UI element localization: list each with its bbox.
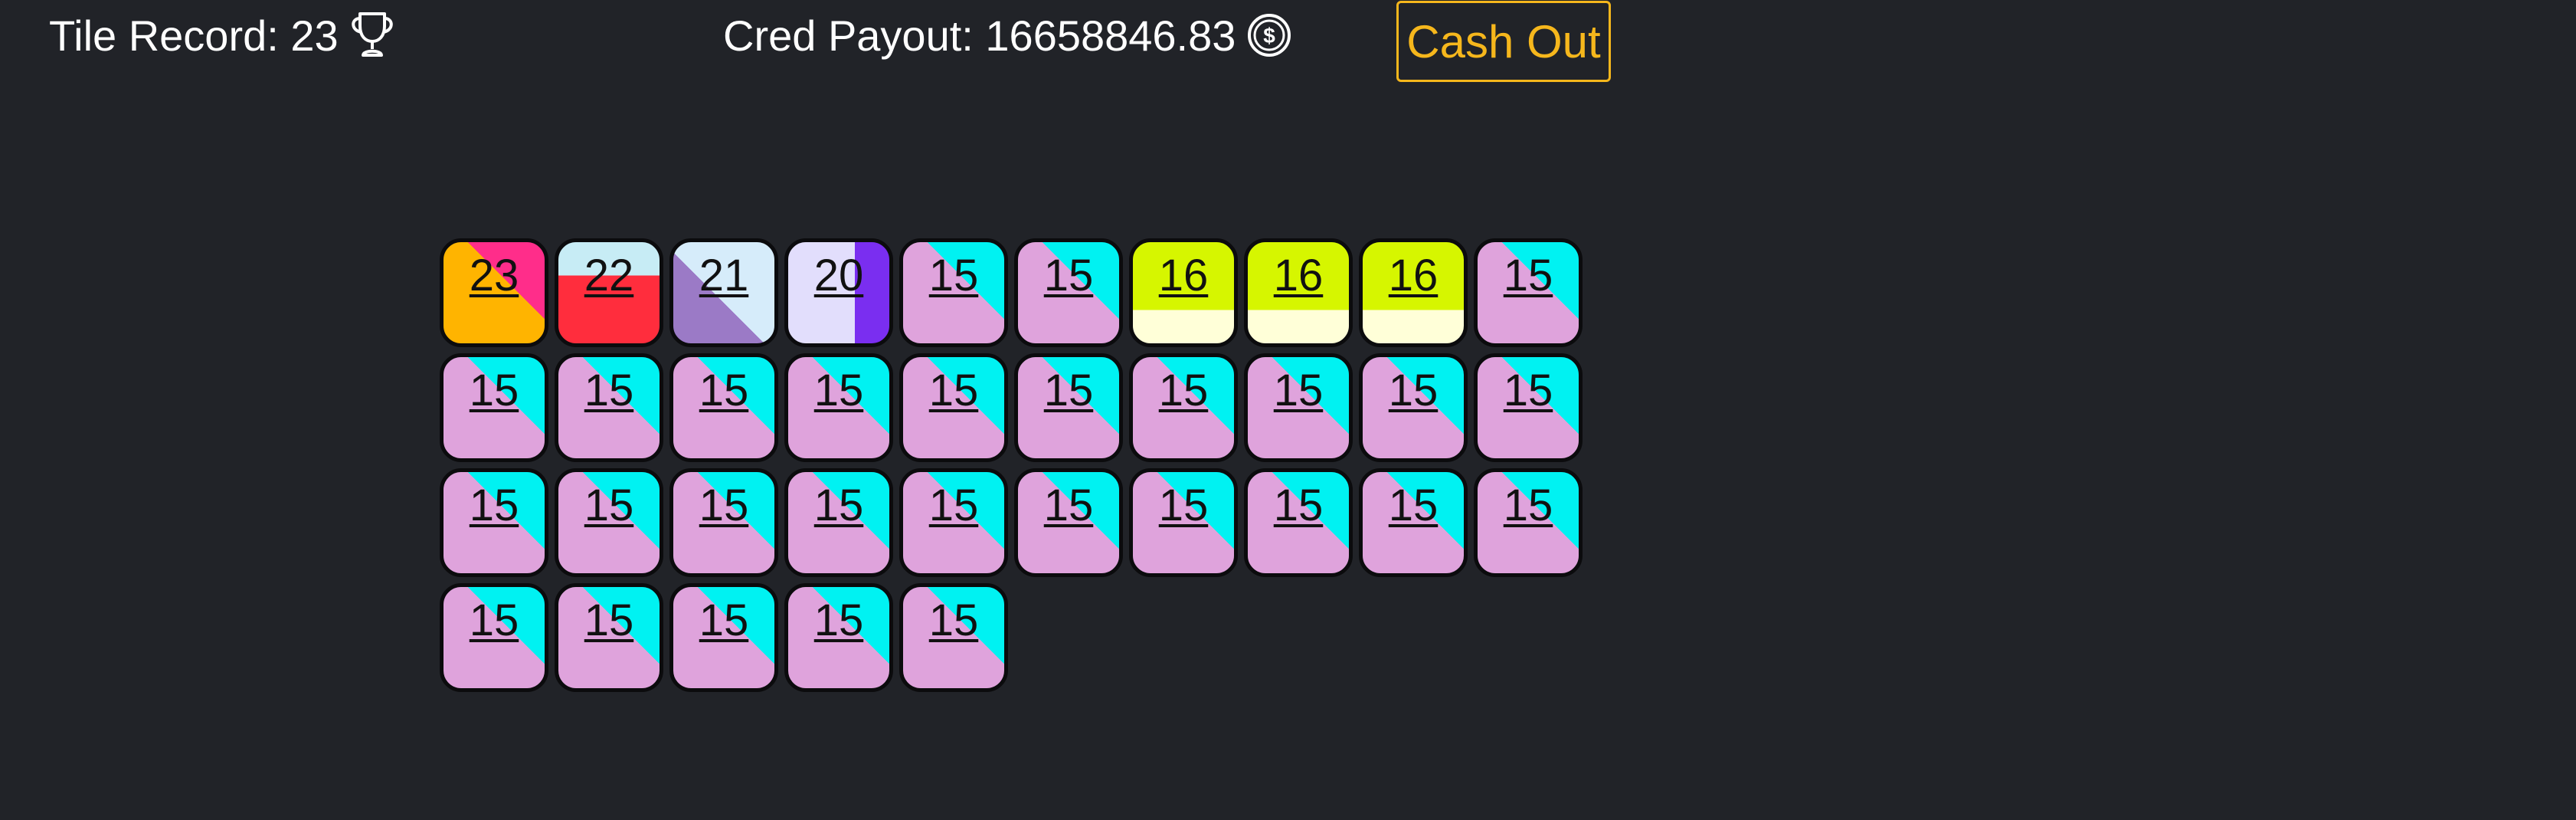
tile[interactable]: 15 <box>1014 238 1123 347</box>
tile[interactable]: 15 <box>1014 468 1123 577</box>
tile-value: 15 <box>1043 251 1094 300</box>
tile-value: 15 <box>813 481 864 530</box>
tile-value: 15 <box>1043 366 1094 415</box>
tile-value: 15 <box>469 595 519 645</box>
tile[interactable]: 15 <box>1244 353 1353 462</box>
tile-value: 15 <box>1158 366 1209 415</box>
tile[interactable]: 15 <box>440 583 548 692</box>
tile[interactable]: 15 <box>784 583 893 692</box>
tile[interactable]: 15 <box>784 353 893 462</box>
tile[interactable]: 15 <box>1244 468 1353 577</box>
tile-value: 22 <box>584 251 634 300</box>
tile[interactable]: 15 <box>1129 468 1238 577</box>
tile-value: 15 <box>584 481 634 530</box>
tile-board: 23 22 21 20 15 15 16 16 16 15 15 15 15 15 15 15 15 15 15 15… <box>440 238 1589 692</box>
tile-value: 15 <box>584 595 634 645</box>
tile[interactable]: 15 <box>555 583 663 692</box>
tile-value: 16 <box>1273 251 1324 300</box>
tile-value: 15 <box>699 366 749 415</box>
tile[interactable]: 15 <box>899 583 1008 692</box>
trophy-icon <box>349 11 395 60</box>
tile[interactable]: 15 <box>1474 468 1583 577</box>
tile-value: 16 <box>1158 251 1209 300</box>
tile[interactable]: 15 <box>555 468 663 577</box>
tile[interactable]: 15 <box>1474 238 1583 347</box>
tile[interactable]: 15 <box>1014 353 1123 462</box>
tile[interactable]: 21 <box>669 238 778 347</box>
tile-value: 15 <box>1503 481 1553 530</box>
tile-value: 15 <box>1388 366 1439 415</box>
tile[interactable]: 15 <box>784 468 893 577</box>
tile[interactable]: 15 <box>440 353 548 462</box>
tile[interactable]: 15 <box>1129 353 1238 462</box>
tile-value: 15 <box>928 251 979 300</box>
cred-payout-label: Cred Payout: 16658846.83 <box>723 11 1236 60</box>
tile-value: 15 <box>1388 481 1439 530</box>
tile[interactable]: 15 <box>1359 468 1468 577</box>
tile[interactable]: 15 <box>555 353 663 462</box>
tile-value: 21 <box>699 251 749 300</box>
tile-value: 15 <box>1043 481 1094 530</box>
tile[interactable]: 20 <box>784 238 893 347</box>
tile-value: 15 <box>469 366 519 415</box>
tile[interactable]: 16 <box>1244 238 1353 347</box>
svg-text:$: $ <box>1264 24 1276 48</box>
tile[interactable]: 22 <box>555 238 663 347</box>
tile[interactable]: 16 <box>1359 238 1468 347</box>
tile-value: 15 <box>928 595 979 645</box>
tile-value: 23 <box>469 251 519 300</box>
tile-record: Tile Record: 23 <box>49 5 395 66</box>
tile-value: 15 <box>813 595 864 645</box>
tile[interactable]: 15 <box>440 468 548 577</box>
tile-value: 15 <box>813 366 864 415</box>
tile-value: 16 <box>1388 251 1439 300</box>
tile-value: 15 <box>699 595 749 645</box>
tile-value: 15 <box>584 366 634 415</box>
tile-value: 15 <box>928 366 979 415</box>
tile-record-label: Tile Record: 23 <box>49 11 339 60</box>
tile[interactable]: 15 <box>1474 353 1583 462</box>
tile[interactable]: 15 <box>899 353 1008 462</box>
tile-value: 15 <box>1503 366 1553 415</box>
cred-payout: Cred Payout: 16658846.83 $ <box>723 5 1292 66</box>
tile-value: 15 <box>1273 366 1324 415</box>
tile[interactable]: 16 <box>1129 238 1238 347</box>
tile[interactable]: 15 <box>1359 353 1468 462</box>
cash-out-button[interactable]: Cash Out <box>1396 1 1611 82</box>
tile[interactable]: 23 <box>440 238 548 347</box>
tile-value: 15 <box>1158 481 1209 530</box>
tile[interactable]: 15 <box>669 583 778 692</box>
tile[interactable]: 15 <box>669 353 778 462</box>
tile-value: 15 <box>928 481 979 530</box>
tile-value: 15 <box>1273 481 1324 530</box>
tile-value: 15 <box>699 481 749 530</box>
dollar-coin-icon: $ <box>1246 12 1292 58</box>
tile-value: 15 <box>1503 251 1553 300</box>
tile-value: 15 <box>469 481 519 530</box>
tile[interactable]: 15 <box>669 468 778 577</box>
tile[interactable]: 15 <box>899 468 1008 577</box>
tile[interactable]: 15 <box>899 238 1008 347</box>
tile-value: 20 <box>813 251 864 300</box>
